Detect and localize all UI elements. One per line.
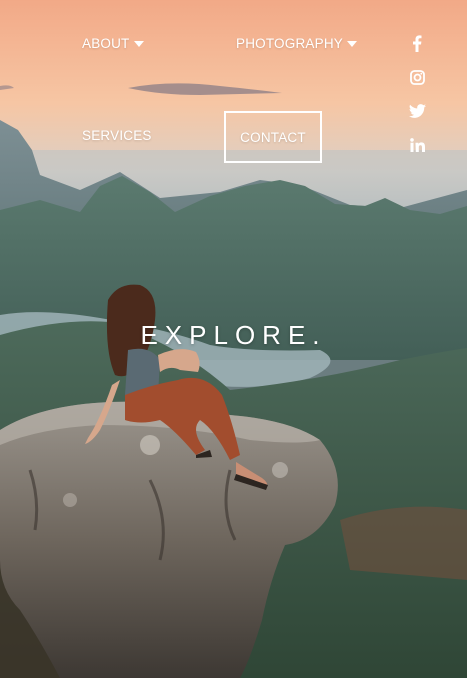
contact-button[interactable]: CONTACT [224, 111, 322, 163]
caret-down-icon [133, 41, 144, 47]
instagram-icon[interactable] [406, 66, 428, 88]
hero-title: EXPLORE. [140, 320, 327, 350]
caret-down-icon [346, 41, 357, 47]
nav-services-label: SERVICES [82, 128, 152, 143]
twitter-icon[interactable] [406, 100, 428, 122]
facebook-icon[interactable] [406, 32, 428, 54]
nav-services[interactable]: SERVICES [82, 128, 152, 143]
contact-button-label: CONTACT [240, 129, 306, 145]
linkedin-icon[interactable] [406, 134, 428, 156]
nav-about[interactable]: ABOUT [82, 36, 144, 51]
nav-about-label: ABOUT [82, 36, 130, 51]
nav-photography[interactable]: PHOTOGRAPHY [236, 36, 357, 51]
nav-photography-label: PHOTOGRAPHY [236, 36, 343, 51]
